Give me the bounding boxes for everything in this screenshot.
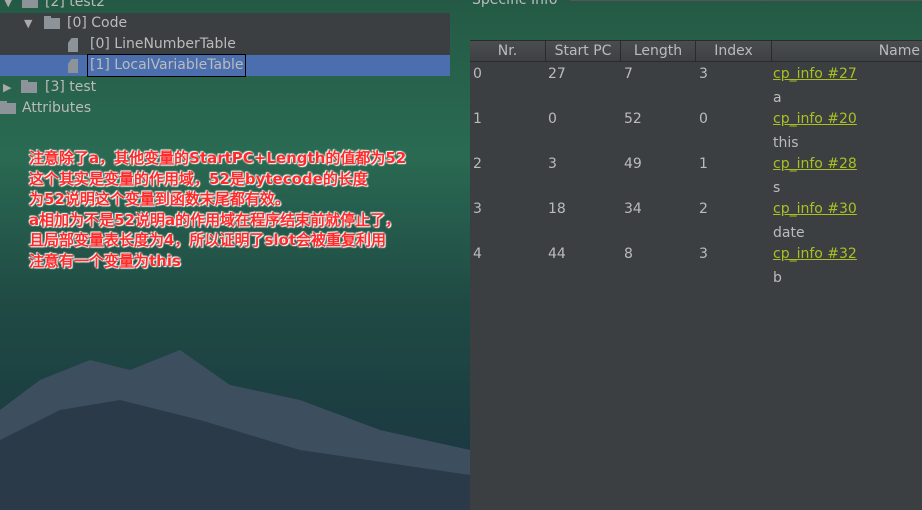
cell-start-pc: 27 (548, 66, 566, 82)
tree-item-test[interactable]: ▶ [3] test (0, 77, 450, 98)
cell-index: 1 (699, 156, 708, 172)
tree-item-label: Attributes (22, 100, 92, 116)
tree-item-attributes[interactable]: Attributes (0, 98, 450, 119)
table-header: Nr. Start PC Length Index Name (470, 41, 922, 62)
column-header-length[interactable]: Length (621, 41, 696, 61)
cell-name-link[interactable]: cp_info #27 (773, 64, 857, 84)
cell-index: 3 (699, 246, 708, 262)
column-header-nr[interactable]: Nr. (470, 41, 546, 61)
cell-nr: 2 (473, 156, 482, 172)
cell-name-link[interactable]: cp_info #20 (773, 109, 857, 129)
annotation-note: 注意除了a，其他变量的StartPC+Length的值都为52 这个其实是变量的… (29, 148, 406, 271)
folder-icon (44, 16, 60, 29)
background-mountain (0, 350, 470, 510)
tree-item-code[interactable]: ▼ [0] Code (0, 13, 450, 34)
cell-start-pc: 3 (548, 156, 557, 172)
cell-index: 0 (699, 111, 708, 127)
note-line: 注意除了a，其他变量的StartPC+Length的值都为52 (29, 149, 407, 167)
cell-index: 2 (699, 201, 708, 217)
cell-nr: 4 (473, 246, 482, 262)
tree-item-label: [1] LocalVariableTable (86, 54, 247, 77)
file-icon (68, 38, 78, 52)
cell-length: 52 (624, 111, 642, 127)
cell-length: 34 (624, 201, 642, 217)
folder-icon (21, 80, 37, 93)
column-header-name[interactable]: Name (772, 41, 922, 61)
tree-item-label: [0] Code (67, 15, 128, 31)
tree-item-label: [3] test (45, 79, 97, 95)
column-header-index[interactable]: Index (696, 41, 772, 61)
note-line: 这个其实是变量的作用域，52是bytecode的长度 (29, 169, 368, 188)
cell-name: s (773, 180, 781, 196)
cell-name: b (773, 270, 782, 286)
cell-length: 49 (624, 156, 642, 172)
cell-nr: 0 (473, 66, 482, 82)
tree-item-label: [2] test2 (45, 0, 106, 10)
cell-start-pc: 18 (548, 201, 566, 217)
cell-name: date (773, 225, 805, 241)
chevron-down-icon[interactable]: ▼ (24, 13, 32, 34)
folder-icon (22, 0, 38, 8)
note-line: 为52说明这个变量到函数末尾都有效。 (29, 190, 290, 208)
cell-index: 3 (699, 66, 708, 82)
cell-nr: 3 (473, 201, 482, 217)
divider (570, 0, 922, 1)
tree-item-test2[interactable]: ▼ [2] test2 (0, 0, 450, 13)
tree-item-local-variable-table[interactable]: [1] LocalVariableTable (0, 54, 450, 77)
tree-item-line-number-table[interactable]: [0] LineNumberTable (0, 34, 450, 55)
tree-item-label: [0] LineNumberTable (90, 36, 236, 52)
chevron-down-icon[interactable]: ▼ (4, 0, 12, 13)
cell-start-pc: 0 (548, 111, 557, 127)
cell-name: a (773, 90, 782, 106)
cell-name: this (773, 135, 799, 151)
cell-length: 7 (624, 66, 633, 82)
folder-icon (0, 101, 16, 114)
cell-name-link[interactable]: cp_info #32 (773, 244, 857, 264)
specific-info-title: Specific Info (472, 0, 558, 8)
file-icon (68, 59, 78, 73)
cell-start-pc: 44 (548, 246, 566, 262)
cell-nr: 1 (473, 111, 482, 127)
note-line: 且局部变量表长度为4，所以证明了slot会被重复利用 (29, 231, 386, 249)
cell-length: 8 (624, 246, 633, 262)
column-header-start-pc[interactable]: Start PC (546, 41, 621, 61)
note-line: 注意有一个变量为this (29, 251, 181, 270)
chevron-right-icon[interactable]: ▶ (3, 77, 11, 98)
cell-name-link[interactable]: cp_info #28 (773, 154, 857, 174)
cell-name-link[interactable]: cp_info #30 (773, 199, 857, 219)
local-variable-table: Nr. Start PC Length Index Name 0 27 7 3 cp_i… (470, 40, 922, 510)
note-line: a相加为不是52说明a的作用域在程序结束前就停止了， (29, 210, 401, 229)
